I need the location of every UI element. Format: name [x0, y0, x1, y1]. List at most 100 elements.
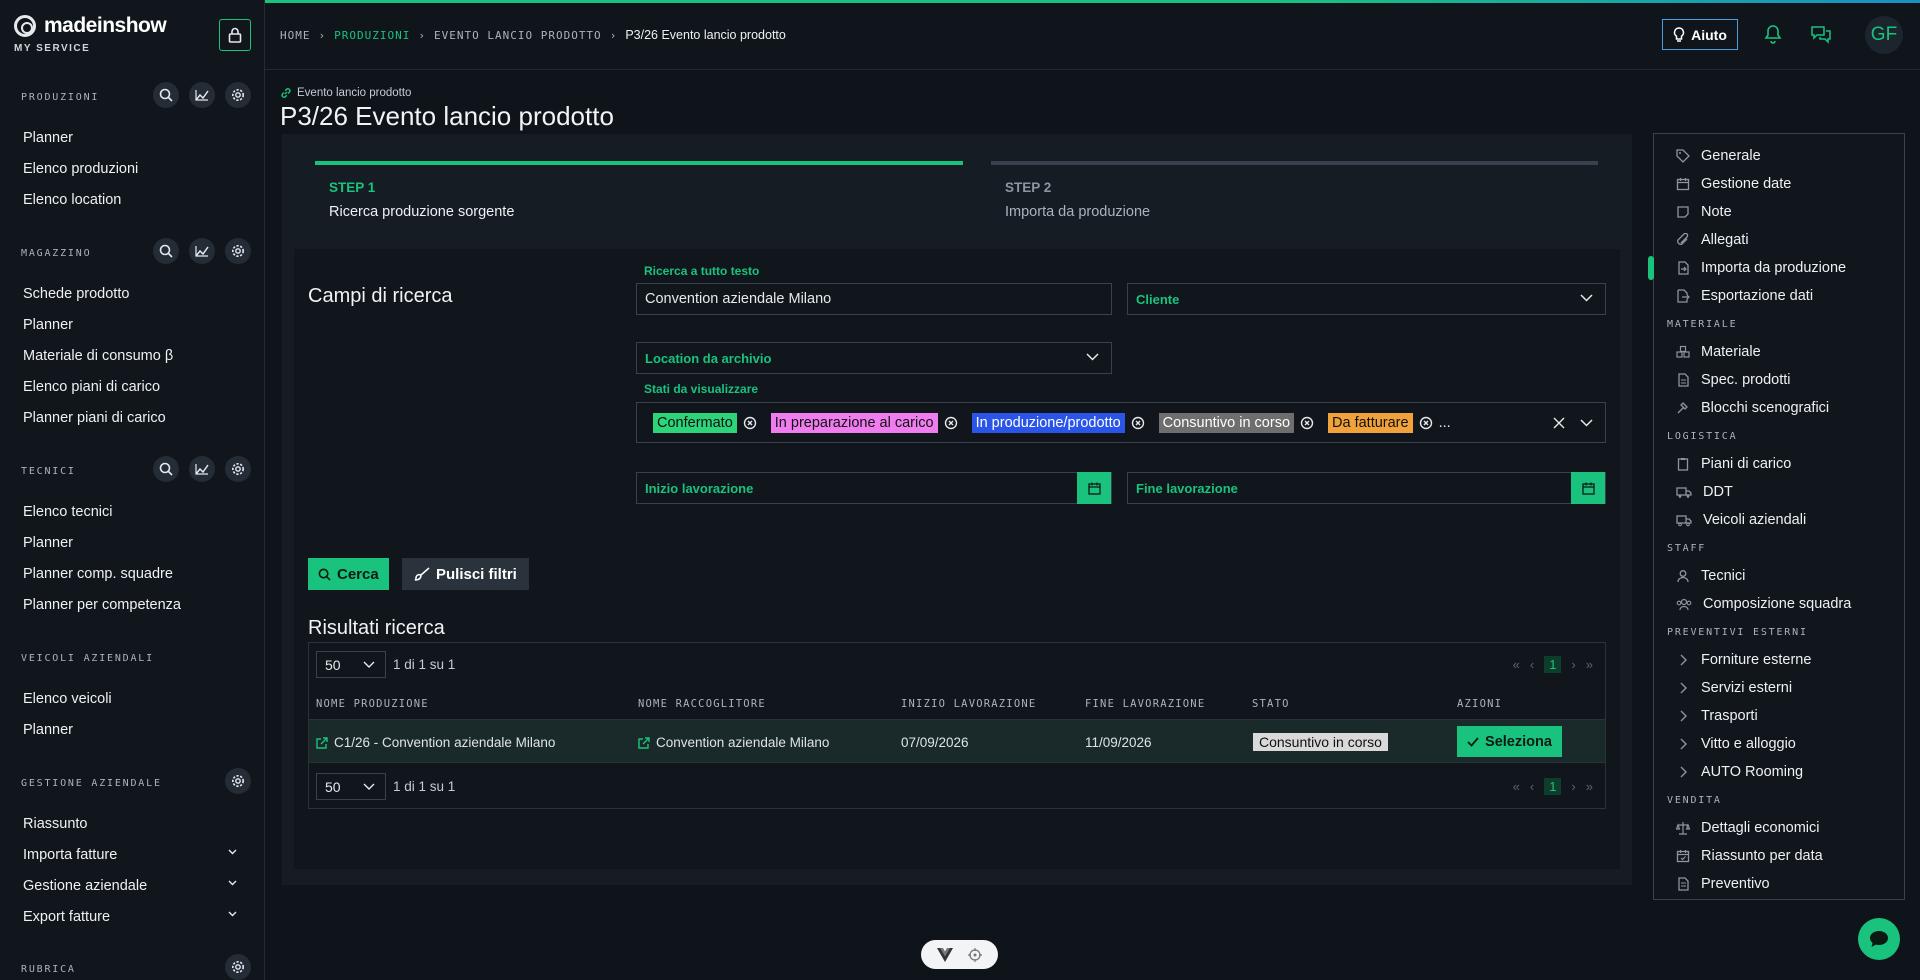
menu-item-vitto-alloggio[interactable]: Vitto e alloggio	[1654, 730, 1904, 758]
next-page-icon[interactable]: ›	[1571, 657, 1575, 672]
sidebar-item-riassunto[interactable]: Riassunto	[0, 808, 264, 839]
col-nome-raccoglitore[interactable]: NOME RACCOGLITORE	[638, 698, 766, 710]
breadcrumb-produzioni[interactable]: PRODUZIONI	[334, 29, 410, 42]
chart-icon[interactable]	[189, 82, 215, 108]
raccoglitore-link[interactable]: Convention aziendale Milano	[638, 735, 829, 750]
seleziona-button[interactable]: Seleziona	[1457, 726, 1562, 757]
clear-icon[interactable]	[1553, 417, 1565, 429]
menu-item-forniture-esterne[interactable]: Forniture esterne	[1654, 646, 1904, 674]
col-stato[interactable]: STATO	[1252, 698, 1290, 710]
remove-chip-icon[interactable]	[1300, 416, 1314, 430]
sidebar-item-export-fatture[interactable]: Export fatture	[0, 901, 264, 932]
menu-item-piani-carico[interactable]: Piani di carico	[1654, 450, 1904, 478]
sidebar-item-planner[interactable]: Planner	[0, 122, 264, 153]
col-inizio-lavorazione[interactable]: INIZIO LAVORAZIONE	[901, 698, 1036, 710]
current-page[interactable]: 1	[1544, 778, 1562, 795]
menu-item-allegati[interactable]: Allegati	[1654, 226, 1904, 254]
menu-item-dettagli-economici[interactable]: Dettagli economici	[1654, 814, 1904, 842]
inizio-date-input[interactable]: Inizio lavorazione	[636, 472, 1112, 504]
remove-chip-icon[interactable]	[743, 416, 757, 430]
breadcrumb-home[interactable]: HOME	[280, 29, 311, 42]
chevron-down-icon[interactable]	[1580, 419, 1593, 427]
menu-item-riassunto-data[interactable]: Riassunto per data	[1654, 842, 1904, 870]
gear-icon[interactable]	[225, 456, 251, 482]
last-page-icon[interactable]: »	[1586, 779, 1593, 794]
bell-icon[interactable]	[1764, 24, 1782, 44]
search-icon[interactable]	[153, 456, 179, 482]
menu-item-trasporti[interactable]: Trasporti	[1654, 702, 1904, 730]
remove-chip-icon[interactable]	[1419, 416, 1433, 430]
parent-link[interactable]: Evento lancio prodotto	[280, 87, 411, 99]
nome-produzione-link[interactable]: C1/26 - Convention aziendale Milano	[316, 735, 555, 750]
search-icon[interactable]	[153, 238, 179, 264]
menu-item-note[interactable]: Note	[1654, 198, 1904, 226]
fulltext-input[interactable]: Convention aziendale Milano	[636, 283, 1112, 315]
next-page-icon[interactable]: ›	[1571, 779, 1575, 794]
help-button[interactable]: Aiuto	[1662, 19, 1738, 50]
lock-button[interactable]	[219, 19, 251, 51]
menu-item-spec-prodotti[interactable]: Spec. prodotti	[1654, 366, 1904, 394]
sidebar-item-materiale-consumo[interactable]: Materiale di consumo β	[0, 340, 264, 371]
current-page[interactable]: 1	[1544, 656, 1562, 673]
fine-date-input[interactable]: Fine lavorazione	[1127, 472, 1606, 504]
breadcrumb-evento[interactable]: EVENTO LANCIO PRODOTTO	[434, 29, 602, 42]
sidebar-item-planner-piani-carico[interactable]: Planner piani di carico	[0, 402, 264, 433]
sidebar-item-planner-comp-squadre[interactable]: Planner comp. squadre	[0, 558, 264, 589]
brand-logo[interactable]: madeinshow	[14, 14, 167, 38]
gear-icon[interactable]	[225, 82, 251, 108]
page-size-select[interactable]: 50	[316, 651, 386, 678]
sidebar-item-elenco-veicoli[interactable]: Elenco veicoli	[0, 683, 264, 714]
chat-icon[interactable]	[1810, 24, 1832, 44]
sidebar-item-importa-fatture[interactable]: Importa fatture	[0, 839, 264, 870]
remove-chip-icon[interactable]	[944, 416, 958, 430]
menu-item-servizi-esterni[interactable]: Servizi esterni	[1654, 674, 1904, 702]
avatar[interactable]: GF	[1865, 16, 1903, 54]
menu-item-ddt[interactable]: DDT	[1654, 478, 1904, 506]
chart-icon[interactable]	[189, 456, 215, 482]
menu-item-materiale[interactable]: Materiale	[1654, 338, 1904, 366]
prev-page-icon[interactable]: ‹	[1530, 779, 1534, 794]
sidebar-item-elenco-location[interactable]: Elenco location	[0, 184, 264, 215]
page-size-select[interactable]: 50	[316, 773, 386, 800]
search-button[interactable]: Cerca	[308, 558, 389, 590]
search-icon[interactable]	[153, 82, 179, 108]
gear-icon[interactable]	[225, 954, 251, 980]
sidebar-item-planner-competenza[interactable]: Planner per competenza	[0, 589, 264, 620]
menu-item-generale[interactable]: Generale	[1654, 142, 1904, 170]
sidebar-item-schede-prodotto[interactable]: Schede prodotto	[0, 278, 264, 309]
gear-icon[interactable]	[225, 768, 251, 794]
menu-item-esportazione-dati[interactable]: Esportazione dati	[1654, 282, 1904, 310]
menu-item-gestione-date[interactable]: Gestione date	[1654, 170, 1904, 198]
sidebar-item-planner[interactable]: Planner	[0, 714, 264, 745]
calendar-button[interactable]	[1571, 472, 1605, 504]
col-fine-lavorazione[interactable]: FINE LAVORAZIONE	[1085, 698, 1205, 710]
menu-item-tecnici[interactable]: Tecnici	[1654, 562, 1904, 590]
sidebar-item-elenco-tecnici[interactable]: Elenco tecnici	[0, 496, 264, 527]
gear-icon[interactable]	[225, 238, 251, 264]
chart-icon[interactable]	[189, 238, 215, 264]
step-2-label[interactable]: STEP 2	[1005, 180, 1051, 195]
crosshair-icon[interactable]	[968, 947, 983, 962]
remove-chip-icon[interactable]	[1131, 416, 1145, 430]
menu-item-composizione-squadra[interactable]: Composizione squadra	[1654, 590, 1904, 618]
sidebar-item-planner[interactable]: Planner	[0, 309, 264, 340]
col-nome-produzione[interactable]: NOME PRODUZIONE	[316, 698, 429, 710]
sidebar-item-gestione-aziendale[interactable]: Gestione aziendale	[0, 870, 264, 901]
support-chat-button[interactable]	[1858, 918, 1900, 960]
first-page-icon[interactable]: «	[1513, 657, 1520, 672]
menu-item-auto-rooming[interactable]: AUTO Rooming	[1654, 758, 1904, 786]
prev-page-icon[interactable]: ‹	[1530, 657, 1534, 672]
clear-filters-button[interactable]: Pulisci filtri	[402, 558, 529, 590]
first-page-icon[interactable]: «	[1513, 779, 1520, 794]
menu-item-preventivo[interactable]: Preventivo	[1654, 870, 1904, 898]
cliente-select[interactable]: Cliente	[1127, 283, 1606, 315]
sidebar-item-elenco-piani-carico[interactable]: Elenco piani di carico	[0, 371, 264, 402]
calendar-button[interactable]	[1077, 472, 1111, 504]
menu-item-veicoli-aziendali[interactable]: Veicoli aziendali	[1654, 506, 1904, 534]
last-page-icon[interactable]: »	[1586, 657, 1593, 672]
stati-multiselect[interactable]: Confermato In preparazione al carico In …	[636, 402, 1606, 443]
location-select[interactable]: Location da archivio	[636, 342, 1112, 374]
step-1-label[interactable]: STEP 1	[329, 180, 375, 195]
sidebar-item-planner[interactable]: Planner	[0, 527, 264, 558]
menu-item-importa-produzione[interactable]: Importa da produzione	[1648, 254, 1904, 282]
